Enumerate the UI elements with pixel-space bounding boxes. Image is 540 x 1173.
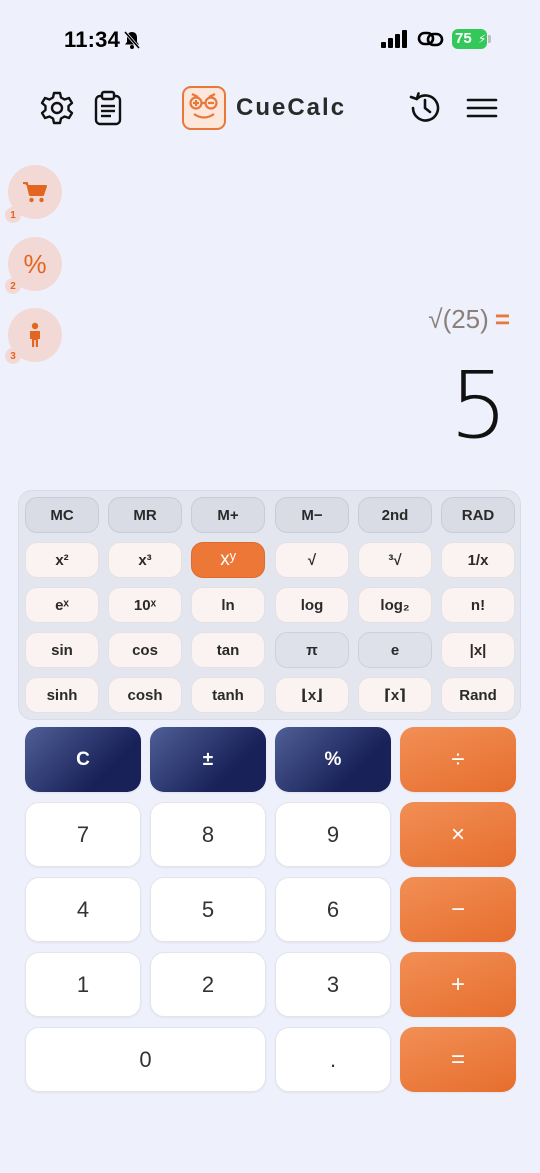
exp-button[interactable]: eˣ (25, 587, 99, 623)
app-header: CueCalc (0, 80, 540, 140)
history-icon[interactable] (407, 90, 443, 126)
absolute-button[interactable]: |x| (441, 632, 515, 668)
charging-bolt-icon: ⚡ (478, 32, 487, 46)
digit-9-button[interactable]: 9 (275, 802, 391, 867)
cos-button[interactable]: cos (108, 632, 182, 668)
memory-subtract-button[interactable]: M− (275, 497, 349, 533)
decimal-button[interactable]: . (275, 1027, 391, 1092)
power-button[interactable]: xʸ (191, 542, 265, 578)
cart-icon (23, 182, 47, 203)
cellular-signal-icon (381, 30, 407, 48)
reciprocal-button[interactable]: 1/x (441, 542, 515, 578)
digit-6-button[interactable]: 6 (275, 877, 391, 942)
subtract-button[interactable]: − (400, 877, 516, 942)
euler-button[interactable]: e (358, 632, 432, 668)
digit-0-button[interactable]: 0 (25, 1027, 266, 1092)
square-root-button[interactable]: √ (275, 542, 349, 578)
logo-face-icon (189, 93, 218, 119)
floor-button[interactable]: ⌊x⌋ (275, 677, 349, 713)
memory-recall-button[interactable]: MR (108, 497, 182, 533)
tan-button[interactable]: tan (191, 632, 265, 668)
cube-root-button[interactable]: ³√ (358, 542, 432, 578)
digit-7-button[interactable]: 7 (25, 802, 141, 867)
app-logo (182, 86, 226, 130)
digit-3-button[interactable]: 3 (275, 952, 391, 1017)
divide-button[interactable]: ÷ (400, 727, 516, 792)
digit-2-button[interactable]: 2 (150, 952, 266, 1017)
log-button[interactable]: log (275, 587, 349, 623)
memory-add-button[interactable]: M+ (191, 497, 265, 533)
angle-mode-button[interactable]: RAD (441, 497, 515, 533)
shortcut-number: 1 (5, 207, 21, 223)
memory-clear-button[interactable]: MC (25, 497, 99, 533)
hamburger-menu-icon[interactable] (464, 90, 500, 126)
second-function-button[interactable]: 2nd (358, 497, 432, 533)
ten-power-button[interactable]: 10ˣ (108, 587, 182, 623)
status-time: 11:34 (64, 27, 121, 52)
silent-bell-icon (123, 31, 141, 49)
tanh-button[interactable]: tanh (191, 677, 265, 713)
square-button[interactable]: x² (25, 542, 99, 578)
digit-4-button[interactable]: 4 (25, 877, 141, 942)
sinh-button[interactable]: sinh (25, 677, 99, 713)
factorial-button[interactable]: n! (441, 587, 515, 623)
expression-display: √(25) = (428, 304, 510, 335)
digit-8-button[interactable]: 8 (150, 802, 266, 867)
percent-button[interactable]: % (275, 727, 391, 792)
battery-percent: 75 (455, 30, 472, 47)
ln-button[interactable]: ln (191, 587, 265, 623)
gear-icon[interactable] (39, 90, 75, 126)
log2-button[interactable]: log₂ (358, 587, 432, 623)
add-button[interactable]: + (400, 952, 516, 1017)
scientific-keypad: MC MR M+ M− 2nd RAD x² x³ xʸ √ ³√ 1/x eˣ… (18, 490, 521, 720)
shortcut-number: 2 (5, 278, 21, 294)
clear-button[interactable]: C (25, 727, 141, 792)
shortcut-number: 3 (5, 348, 21, 364)
negate-button[interactable]: ± (150, 727, 266, 792)
digit-5-button[interactable]: 5 (150, 877, 266, 942)
sin-button[interactable]: sin (25, 632, 99, 668)
result-display: 5 (449, 352, 508, 459)
expression-equals: = (494, 304, 510, 334)
equals-button[interactable]: = (400, 1027, 516, 1092)
digit-1-button[interactable]: 1 (25, 952, 141, 1017)
status-bar: 11:34 75 ⚡ (0, 0, 540, 80)
app-title: CueCalc (236, 94, 347, 121)
multiply-button[interactable]: × (400, 802, 516, 867)
random-button[interactable]: Rand (441, 677, 515, 713)
cube-button[interactable]: x³ (108, 542, 182, 578)
battery-indicator: 75 ⚡ (452, 29, 492, 49)
expression-text: √(25) (428, 304, 489, 334)
person-icon (30, 322, 40, 347)
pi-button[interactable]: π (275, 632, 349, 668)
cosh-button[interactable]: cosh (108, 677, 182, 713)
link-icon (417, 31, 444, 47)
clipboard-icon[interactable] (90, 90, 126, 126)
ceil-button[interactable]: ⌈x⌉ (358, 677, 432, 713)
